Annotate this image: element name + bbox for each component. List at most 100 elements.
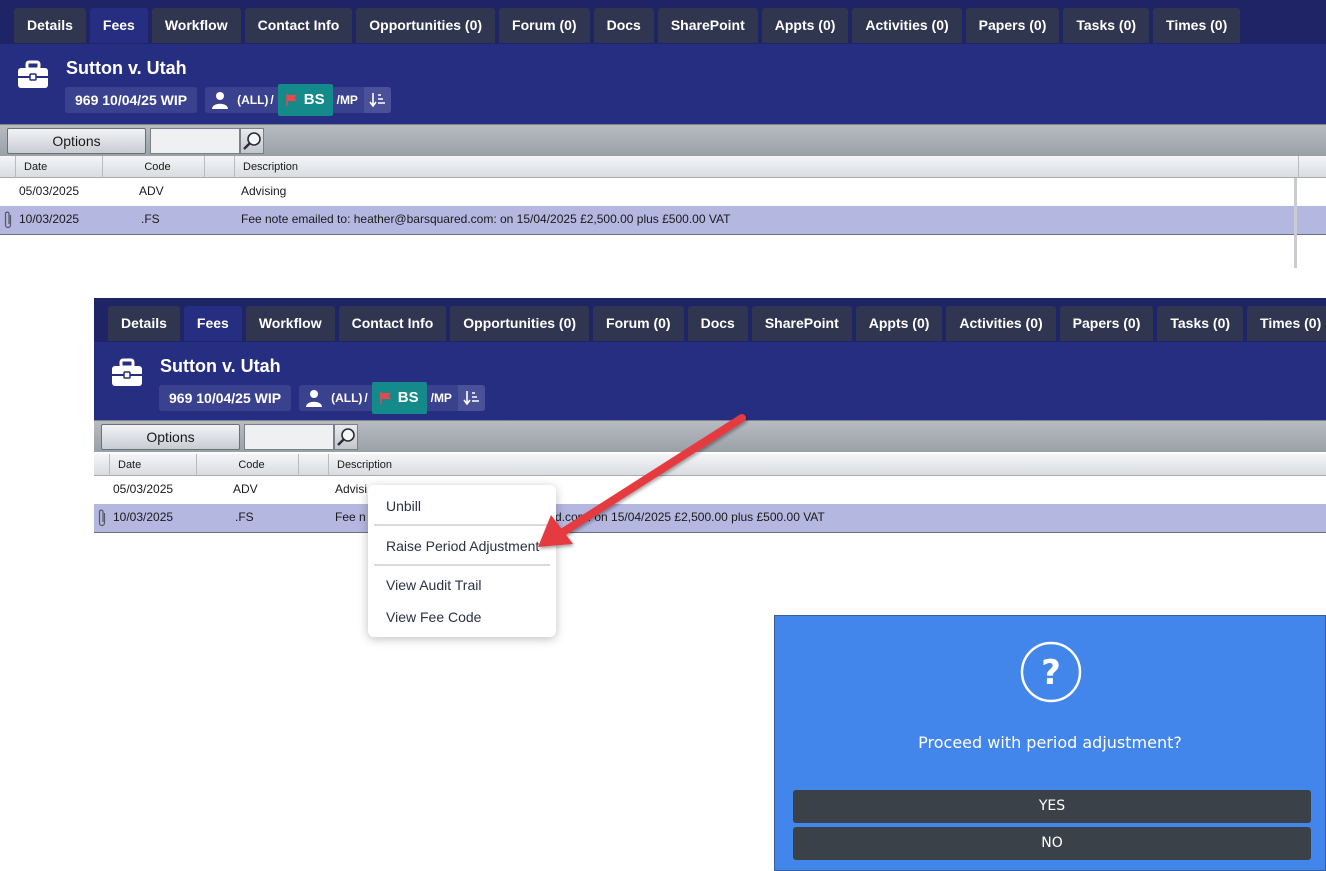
user-filter[interactable]: (ALL) / BS / MP: [299, 382, 485, 414]
briefcase-icon: [18, 60, 48, 88]
tab-contact-info[interactable]: Contact Info: [338, 306, 447, 341]
column-header-code[interactable]: Code: [197, 454, 299, 476]
row-description-partial: Advisi: [335, 482, 368, 496]
row-description: Fee note emailed to: heather@barsquared.…: [241, 212, 731, 226]
tab-fees[interactable]: Fees: [183, 306, 242, 341]
question-icon: ?: [1020, 641, 1082, 703]
table-row-selected[interactable]: 10/03/2025 .FS Fee note emailed to: heat…: [0, 206, 1326, 235]
tab-appts[interactable]: Appts (0): [855, 306, 943, 341]
no-button[interactable]: NO: [793, 827, 1311, 860]
column-header-description[interactable]: Description: [329, 454, 1326, 476]
briefcase-icon: [112, 358, 142, 386]
row-date: 05/03/2025: [19, 184, 80, 198]
spacer-column-header: [205, 156, 235, 178]
sort-icon: [463, 391, 480, 405]
user-icon: [306, 390, 323, 407]
tab-appts[interactable]: Appts (0): [761, 8, 849, 43]
search-box: [150, 128, 264, 154]
tab-details[interactable]: Details: [14, 8, 86, 43]
attach-column-header: [94, 454, 110, 476]
menu-item-unbill[interactable]: Unbill: [386, 498, 421, 514]
row-description-partial: Fee n: [335, 510, 366, 524]
search-button[interactable]: [240, 128, 264, 154]
tab-activities[interactable]: Activities (0): [852, 8, 962, 43]
confirm-dialog: ? Proceed with period adjustment? YES NO: [774, 615, 1326, 871]
tab-opportunities[interactable]: Opportunities (0): [356, 8, 496, 43]
tab-forum[interactable]: Forum (0): [593, 306, 684, 341]
matter-badges: 969 10/04/25 WIP (ALL) / BS / MP: [65, 84, 391, 116]
separator: /: [270, 93, 274, 107]
column-header-label: Description: [337, 459, 393, 471]
menu-item-view-audit-trail[interactable]: View Audit Trail: [386, 577, 481, 593]
column-header-description[interactable]: Description: [235, 156, 1299, 178]
search-icon: [337, 428, 355, 446]
column-header-date[interactable]: Date: [110, 454, 197, 476]
row-code: .FS: [235, 510, 254, 524]
tab-forum[interactable]: Forum (0): [499, 8, 590, 43]
tab-times[interactable]: Times (0): [1247, 306, 1326, 341]
search-input[interactable]: [244, 424, 334, 450]
table-row[interactable]: 05/03/2025 ADV Advising: [0, 178, 1326, 204]
row-description: Advising: [241, 184, 287, 198]
matter-badges: 969 10/04/25 WIP (ALL) / BS / MP: [159, 382, 485, 414]
tab-tasks[interactable]: Tasks (0): [1063, 8, 1150, 43]
row-code: .FS: [141, 212, 160, 226]
fee-earner-label: BS: [303, 91, 325, 108]
menu-item-view-fee-code[interactable]: View Fee Code: [386, 609, 481, 625]
fee-earner-badge[interactable]: BS: [277, 84, 333, 116]
flag-icon: [286, 94, 297, 106]
column-header-label: Code: [144, 161, 171, 173]
matter-header: Sutton v. Utah 969 10/04/25 WIP (ALL) / …: [0, 44, 1326, 124]
tabs: Details Fees Workflow Contact Info Oppor…: [14, 8, 1241, 43]
user-filter-label: (ALL): [237, 93, 269, 107]
matter-title: Sutton v. Utah: [160, 356, 281, 376]
matter-ref-badge: 969 10/04/25 WIP: [65, 87, 198, 113]
tab-times[interactable]: Times (0): [1153, 8, 1241, 43]
yes-button[interactable]: YES: [793, 790, 1311, 823]
partner-label: MP: [433, 391, 452, 405]
menu-divider: [374, 564, 550, 566]
row-date: 05/03/2025: [113, 482, 174, 496]
tab-contact-info[interactable]: Contact Info: [244, 8, 353, 43]
tab-workflow[interactable]: Workflow: [151, 8, 241, 43]
column-header-label: Code: [238, 459, 265, 471]
spacer-column-header: [299, 454, 329, 476]
tab-docs[interactable]: Docs: [687, 306, 748, 341]
tab-papers[interactable]: Papers (0): [1059, 306, 1154, 341]
vertical-scrollbar[interactable]: [1294, 178, 1297, 268]
tab-tasks[interactable]: Tasks (0): [1157, 306, 1244, 341]
tab-fees[interactable]: Fees: [89, 8, 148, 43]
user-filter[interactable]: (ALL) / BS / MP: [205, 84, 391, 116]
tab-sharepoint[interactable]: SharePoint: [751, 306, 852, 341]
user-icon: [212, 92, 229, 109]
options-button[interactable]: Options: [7, 128, 146, 154]
row-code: ADV: [233, 482, 258, 496]
svg-text:?: ?: [1041, 653, 1061, 693]
fee-earner-badge[interactable]: BS: [371, 382, 427, 414]
matter-ref-badge: 969 10/04/25 WIP: [159, 385, 292, 411]
tab-docs[interactable]: Docs: [593, 8, 654, 43]
sort-button[interactable]: [457, 385, 485, 411]
column-header-label: Date: [24, 161, 48, 173]
tabs: Details Fees Workflow Contact Info Oppor…: [108, 306, 1326, 341]
flag-icon: [380, 392, 391, 404]
menu-item-raise-period-adjustment[interactable]: Raise Period Adjustment: [386, 538, 539, 554]
search-button[interactable]: [334, 424, 358, 450]
tab-papers[interactable]: Papers (0): [965, 8, 1060, 43]
search-input[interactable]: [150, 128, 240, 154]
fees-panel-top: Details Fees Workflow Contact Info Oppor…: [0, 0, 1326, 270]
tab-bar: Details Fees Workflow Contact Info Oppor…: [94, 298, 1326, 342]
tab-opportunities[interactable]: Opportunities (0): [450, 306, 590, 341]
tab-activities[interactable]: Activities (0): [946, 306, 1056, 341]
column-header-date[interactable]: Date: [16, 156, 103, 178]
options-button[interactable]: Options: [101, 424, 240, 450]
sort-button[interactable]: [363, 87, 391, 113]
tab-details[interactable]: Details: [108, 306, 180, 341]
tab-bar: Details Fees Workflow Contact Info Oppor…: [0, 0, 1326, 44]
separator: /: [364, 391, 368, 405]
tab-workflow[interactable]: Workflow: [245, 306, 335, 341]
tab-sharepoint[interactable]: SharePoint: [657, 8, 758, 43]
column-header-code[interactable]: Code: [103, 156, 205, 178]
arrow-annotation: [538, 414, 746, 547]
search-box: [244, 424, 358, 450]
